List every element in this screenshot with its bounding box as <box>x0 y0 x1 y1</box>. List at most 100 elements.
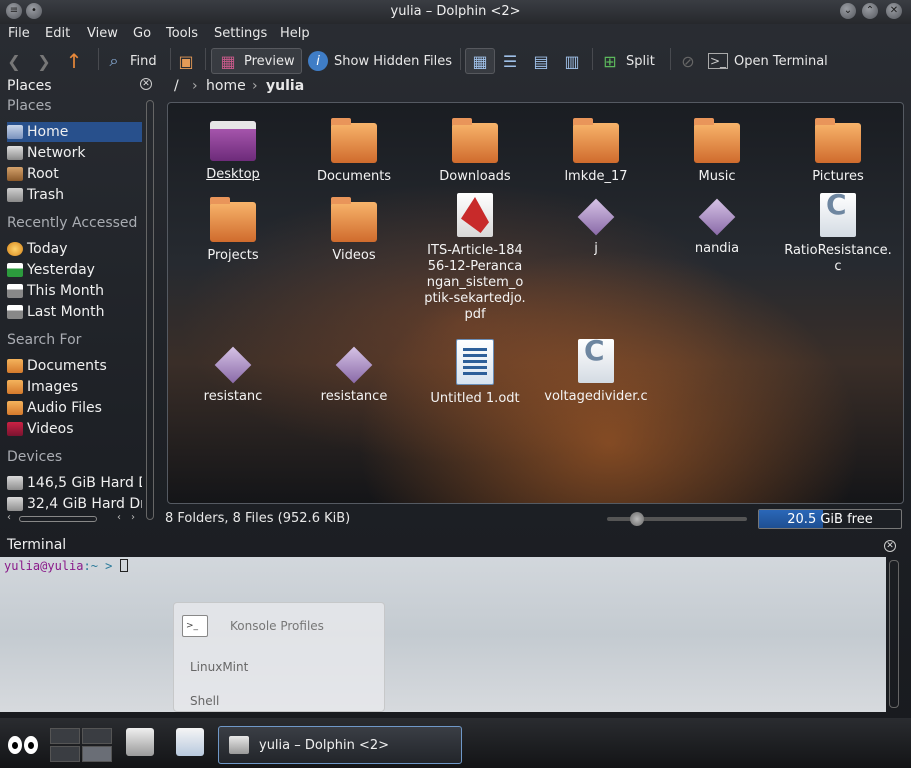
file-item[interactable]: voltagedivider.c <box>541 339 651 405</box>
toolbar: ❮ ❯ ↑ ⌕ Find ▣ ▦ Preview i Show Hidden File… <box>0 44 911 76</box>
scroll-left-icon[interactable]: ‹ <box>117 512 121 523</box>
menu-tools[interactable]: Tools <box>166 26 198 41</box>
up-button[interactable]: ↑ <box>64 48 84 74</box>
place-device-1[interactable]: 146,5 GiB Hard Drive <box>7 473 142 493</box>
new-folder-button[interactable]: ▣ <box>176 48 196 74</box>
find-button[interactable]: ⌕ Find <box>104 48 157 74</box>
menu-view[interactable]: View <box>87 26 118 41</box>
kde-launcher-icon[interactable] <box>176 728 204 756</box>
scroll-thumb[interactable] <box>19 516 97 522</box>
place-home[interactable]: Home <box>7 122 142 142</box>
close-terminal-icon[interactable]: ✕ <box>884 540 896 552</box>
profile-shell[interactable]: Shell <box>190 694 219 708</box>
place-search-videos[interactable]: Videos <box>7 419 142 439</box>
terminal-panel[interactable]: yulia@yulia:~ > >_ Konsole Profiles Linu… <box>0 557 886 712</box>
menu-settings[interactable]: Settings <box>214 26 267 41</box>
toolbar-separator <box>98 48 99 70</box>
place-device-2[interactable]: 32,4 GiB Hard Drive <box>7 494 142 514</box>
file-item[interactable]: ITS-Article-18456-12-Perancangan_sistem_… <box>420 193 530 323</box>
place-label: 146,5 GiB Hard Drive <box>27 475 142 491</box>
file-item[interactable]: RatioResistance.c <box>783 193 893 275</box>
file-item[interactable]: j <box>541 195 651 257</box>
place-this-month[interactable]: This Month <box>7 281 142 301</box>
file-name: Videos <box>332 248 376 263</box>
folder-icon <box>573 118 619 163</box>
place-search-documents[interactable]: Documents <box>7 356 142 376</box>
minimize-icon[interactable]: ⌄ <box>840 3 856 19</box>
terminal-cursor <box>119 559 128 572</box>
pager-desktop[interactable] <box>82 728 112 744</box>
preview-toggle[interactable]: ▦ Preview <box>211 48 302 74</box>
file-item[interactable]: nandia <box>662 195 772 257</box>
place-trash[interactable]: Trash <box>7 185 142 205</box>
menu-go[interactable]: Go <box>133 26 151 41</box>
menu-edit[interactable]: Edit <box>45 26 70 41</box>
profile-linuxmint[interactable]: LinuxMint <box>190 660 248 674</box>
zoom-slider-track[interactable] <box>607 517 747 521</box>
file-item[interactable]: Desktop <box>178 121 288 183</box>
executable-icon <box>577 198 615 236</box>
desktop-pager[interactable] <box>50 728 112 762</box>
place-search-audio[interactable]: Audio Files <box>7 398 142 418</box>
group-devices: Devices <box>7 449 63 465</box>
close-window-icon[interactable]: ✕ <box>886 3 902 19</box>
places-horizontal-scrollbar[interactable]: ‹ ‹ › <box>7 512 137 524</box>
compact-view-button[interactable]: ▤ <box>531 48 551 74</box>
places-scrollbar[interactable] <box>146 100 154 520</box>
file-manager-launcher-icon[interactable] <box>126 728 154 756</box>
group-places: Places <box>7 98 52 114</box>
pager-desktop[interactable] <box>50 728 80 744</box>
file-item[interactable]: Untitled 1.odt <box>420 339 530 407</box>
file-item[interactable]: Music <box>662 118 772 185</box>
columns-view-button[interactable]: ▥ <box>562 48 582 74</box>
file-item[interactable]: Videos <box>299 197 409 264</box>
place-network[interactable]: Network <box>7 143 142 163</box>
back-button[interactable]: ❮ <box>4 48 24 74</box>
toolbar-separator <box>170 48 171 70</box>
show-hidden-button[interactable]: i Show Hidden Files <box>308 48 452 74</box>
scroll-left-icon[interactable]: ‹ <box>7 512 11 523</box>
prompt-path: :~ > <box>83 559 113 573</box>
place-search-images[interactable]: Images <box>7 377 142 397</box>
pager-desktop[interactable] <box>50 746 80 762</box>
place-yesterday[interactable]: Yesterday <box>7 260 142 280</box>
terminal-scrollbar[interactable] <box>889 560 899 708</box>
breadcrumb: / › home › yulia <box>170 76 910 98</box>
breadcrumb-root[interactable]: / <box>174 78 179 94</box>
c-source-icon <box>578 339 614 383</box>
maximize-icon[interactable]: ⌃ <box>862 3 878 19</box>
file-item[interactable]: resistanc <box>178 343 288 405</box>
stop-icon: ⊘ <box>681 51 695 71</box>
place-root[interactable]: Root <box>7 164 142 184</box>
file-item[interactable]: resistance <box>299 343 409 405</box>
arrow-left-icon: ❮ <box>7 51 21 71</box>
file-item[interactable]: lmkde_17 <box>541 118 651 185</box>
open-terminal-button[interactable]: >_ Open Terminal <box>708 48 828 74</box>
zoom-slider-handle[interactable] <box>630 512 644 526</box>
file-item[interactable]: Pictures <box>783 118 893 185</box>
breadcrumb-home[interactable]: home <box>206 78 246 94</box>
pager-desktop[interactable] <box>82 746 112 762</box>
place-today[interactable]: Today <box>7 239 142 259</box>
close-panel-icon[interactable]: ✕ <box>140 78 152 90</box>
forward-button[interactable]: ❯ <box>34 48 54 74</box>
breadcrumb-current[interactable]: yulia <box>266 78 304 94</box>
split-button[interactable]: ⊞ Split <box>600 48 655 74</box>
details-view-button[interactable]: ☰ <box>500 48 520 74</box>
scroll-right-icon[interactable]: › <box>131 512 135 523</box>
icons-view-button[interactable]: ▦ <box>465 48 495 74</box>
file-item[interactable]: Downloads <box>420 118 530 185</box>
menu-help[interactable]: Help <box>280 26 310 41</box>
file-item[interactable]: Projects <box>178 197 288 264</box>
taskbar-window-button[interactable]: yulia – Dolphin <2> <box>218 726 462 764</box>
preview-icon: ▦ <box>220 51 236 71</box>
executable-icon <box>214 346 252 384</box>
menu-file[interactable]: File <box>8 26 30 41</box>
file-view[interactable]: Desktop Documents Downloads lmkde_17 Mus… <box>167 102 904 504</box>
file-item[interactable]: Documents <box>299 118 409 185</box>
place-last-month[interactable]: Last Month <box>7 302 142 322</box>
folder-icon <box>331 197 377 242</box>
search-icon: ⌕ <box>109 51 119 70</box>
stop-button[interactable]: ⊘ <box>678 48 698 74</box>
toolbar-separator <box>592 48 593 70</box>
